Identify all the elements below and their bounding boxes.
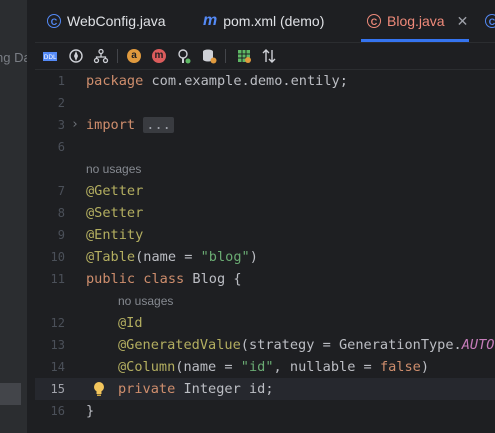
toolbar-separator	[225, 49, 226, 63]
tab-blog[interactable]: C Blog.java ✕	[367, 0, 468, 42]
line-number: 8	[57, 206, 65, 220]
database-icon[interactable]	[200, 47, 218, 65]
project-panel-text: ng Da	[0, 50, 27, 65]
code-text: public class Blog {	[86, 271, 242, 287]
tab-pom[interactable]: m pom.xml (demo)	[203, 0, 324, 42]
no-usages-hint[interactable]: no usages	[86, 158, 141, 180]
code-line[interactable]: 6	[35, 136, 495, 158]
line-number: 7	[57, 184, 65, 198]
structure-icon[interactable]	[92, 47, 110, 65]
line-number: 6	[57, 140, 65, 154]
code-line[interactable]: 12 @Id	[35, 312, 495, 334]
maven-icon: m	[203, 12, 218, 29]
code-line[interactable]: 14 @Column(name = "id", nullable = false…	[35, 356, 495, 378]
annotation-m-icon[interactable]: m	[150, 47, 168, 65]
lightbulb-icon[interactable]	[93, 381, 105, 397]
compass-icon[interactable]	[67, 47, 85, 65]
line-number: 16	[50, 404, 65, 418]
tab-label: pom.xml (demo)	[223, 13, 325, 29]
code-line[interactable]: 7 @Getter	[35, 180, 495, 202]
code-text: private Integer id;	[118, 381, 274, 397]
line-number: 11	[50, 272, 65, 286]
tab-label: WebConfig.java	[67, 13, 166, 29]
line-number: 13	[50, 338, 65, 352]
grid-icon[interactable]	[235, 47, 253, 65]
code-line[interactable]: 8 @Setter	[35, 202, 495, 224]
bean-icon[interactable]	[175, 47, 193, 65]
line-number: 1	[57, 74, 65, 88]
code-text: @Setter	[86, 205, 144, 221]
code-text: @Getter	[86, 183, 144, 199]
line-number: 12	[50, 316, 65, 330]
tab-label: Blog.java	[387, 13, 445, 29]
code-line[interactable]: 3 › import ...	[35, 114, 495, 136]
editor-toolbar: DDL a m	[35, 43, 495, 70]
usage-hint: no usages	[35, 158, 495, 180]
active-tab-indicator	[361, 39, 469, 42]
code-text: package com.example.demo.entily;	[86, 73, 348, 89]
line-number: 10	[50, 250, 65, 264]
fold-chevron-icon[interactable]: ›	[71, 114, 79, 136]
code-text: @GeneratedValue(strategy = GenerationTyp…	[118, 337, 495, 353]
code-area[interactable]: 1 package com.example.demo.entily; 2 3 ›…	[35, 70, 495, 433]
annotation-a-icon[interactable]: a	[125, 47, 143, 65]
code-line[interactable]: 11 public class Blog {	[35, 268, 495, 290]
code-text: @Id	[118, 315, 143, 331]
tab-webconfig[interactable]: C WebConfig.java	[47, 0, 166, 42]
code-line[interactable]: 13 @GeneratedValue(strategy = Generation…	[35, 334, 495, 356]
ddl-icon[interactable]: DDL	[41, 47, 59, 65]
code-line-current[interactable]: 15 private Integer id;	[35, 378, 495, 400]
code-text: @Table(name = "blog")	[86, 249, 258, 265]
code-text: import ...	[86, 114, 174, 136]
svg-text:DDL: DDL	[44, 54, 57, 61]
java-class-icon: C	[485, 14, 495, 28]
code-text: @Entity	[86, 227, 144, 243]
code-line[interactable]: 2	[35, 92, 495, 114]
toolbar-separator	[117, 49, 118, 63]
line-number: 2	[57, 96, 65, 110]
usage-hint: no usages	[35, 290, 495, 312]
line-number: 3	[57, 118, 65, 132]
no-usages-hint[interactable]: no usages	[118, 290, 173, 312]
line-number: 9	[57, 228, 65, 242]
java-class-icon: C	[47, 14, 61, 28]
code-text: }	[86, 403, 95, 419]
line-number: 15	[50, 382, 65, 396]
code-line[interactable]: 10 @Table(name = "blog")	[35, 246, 495, 268]
code-text: @Column(name = "id", nullable = false)	[118, 359, 430, 375]
java-class-icon: C	[367, 14, 381, 28]
code-line[interactable]: 9 @Entity	[35, 224, 495, 246]
panel-divider[interactable]	[27, 0, 35, 433]
code-line[interactable]: 16 }	[35, 400, 495, 422]
editor[interactable]: C WebConfig.java m pom.xml (demo) C Blog…	[35, 0, 495, 433]
line-number: 14	[50, 360, 65, 374]
tab-next[interactable]: C	[485, 0, 495, 42]
sort-icon[interactable]	[260, 47, 278, 65]
project-panel[interactable]: ng Da	[0, 0, 27, 433]
close-icon[interactable]: ✕	[457, 13, 469, 30]
project-panel-selection[interactable]	[0, 383, 21, 405]
editor-tab-bar: C WebConfig.java m pom.xml (demo) C Blog…	[35, 0, 495, 43]
code-line[interactable]: 1 package com.example.demo.entily;	[35, 70, 495, 92]
folded-imports[interactable]: ...	[143, 117, 174, 133]
